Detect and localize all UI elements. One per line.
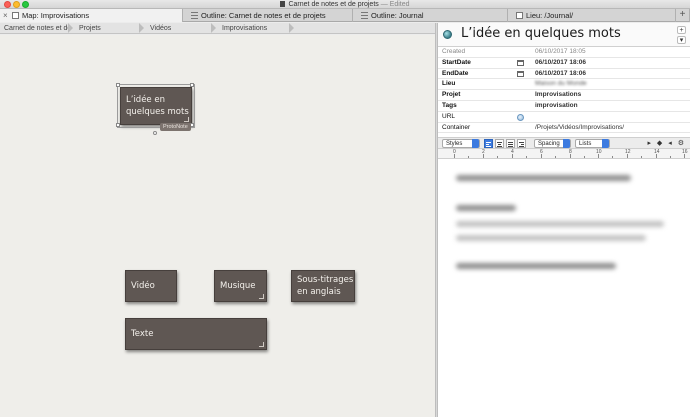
- add-pane-button[interactable]: +: [677, 26, 686, 34]
- map-note-idee[interactable]: L’idée en quelques mots: [117, 84, 195, 128]
- redacted-text-line: [456, 263, 616, 270]
- map-view[interactable]: L’idée en quelques mots ProtoNote Vidéo …: [0, 35, 435, 417]
- selection-handle[interactable]: [116, 123, 120, 127]
- document-icon: [280, 1, 286, 7]
- pane-buttons: + ▾: [677, 26, 686, 46]
- lists-popup[interactable]: Lists: [575, 139, 610, 149]
- tab-outline-carnet[interactable]: Outline: Carnet de notes et de projets: [183, 9, 353, 22]
- attribute-row[interactable]: Tags improvisation: [438, 101, 690, 112]
- map-note-musique[interactable]: Musique: [214, 270, 267, 302]
- note-text-editor[interactable]: [438, 159, 690, 400]
- attribute-row[interactable]: Created 06/10/2017 18:05: [438, 47, 690, 58]
- outline-view-icon: [191, 12, 198, 19]
- text-ruler[interactable]: 0 2 4 6 8 10 12 14 16: [438, 149, 690, 160]
- breadcrumb-item[interactable]: Vidéos: [144, 23, 216, 34]
- key-attributes-table: Created 06/10/2017 18:05 StartDate 06/10…: [438, 47, 690, 134]
- close-tab-icon[interactable]: ×: [3, 9, 8, 22]
- styles-popup[interactable]: Styles: [442, 139, 480, 149]
- redacted-text-line: [456, 235, 646, 242]
- chevron-down-icon: [472, 139, 479, 149]
- attribute-row[interactable]: Projet Improvisations: [438, 90, 690, 101]
- calendar-icon[interactable]: [517, 70, 524, 77]
- align-left-button[interactable]: [484, 139, 493, 149]
- resize-handle-icon[interactable]: [259, 294, 264, 299]
- attribute-row[interactable]: EndDate 06/10/2017 18:06: [438, 69, 690, 80]
- attribute-row[interactable]: Lieu Maison du Monde: [438, 79, 690, 91]
- align-right-button[interactable]: [517, 139, 526, 149]
- tab-map-improvisations[interactable]: × Map: Improvisations: [0, 9, 183, 22]
- breadcrumb-item[interactable]: Carnet de notes et de pr...: [0, 23, 73, 34]
- chevron-down-icon: [602, 139, 609, 149]
- pane-options-button[interactable]: ▾: [677, 36, 686, 44]
- selection-handle[interactable]: [116, 83, 120, 87]
- chevron-down-icon: [563, 139, 570, 149]
- align-justify-button[interactable]: [506, 139, 515, 149]
- link-handle[interactable]: [153, 131, 157, 135]
- redacted-text-line: [456, 175, 631, 182]
- selection-handle[interactable]: [190, 83, 194, 87]
- attribute-browser-icon: [516, 12, 523, 19]
- breadcrumb-item[interactable]: Improvisations: [216, 23, 294, 34]
- text-pane: L’idée en quelques mots + ▾ Created 06/1…: [438, 23, 690, 417]
- redacted-text-line: [456, 205, 516, 212]
- map-note-sous-titrages[interactable]: Sous-titrages en anglais: [291, 270, 355, 302]
- attribute-row[interactable]: StartDate 06/10/2017 18:06: [438, 58, 690, 69]
- link-navigation-icons[interactable]: ▸ ◆ ◂ ⚙: [647, 139, 686, 147]
- attribute-row[interactable]: Container /Projets/Vidéos/Improvisations…: [438, 123, 690, 134]
- spacing-popup[interactable]: Spacing: [534, 139, 571, 149]
- align-center-button[interactable]: [495, 139, 504, 149]
- note-header: L’idée en quelques mots + ▾: [438, 23, 690, 47]
- breadcrumb: Carnet de notes et de pr... Projets Vidé…: [0, 23, 435, 34]
- breadcrumb-item[interactable]: Projets: [73, 23, 144, 34]
- tab-lieu-journal[interactable]: Lieu: /Journal/: [508, 9, 676, 22]
- note-badge-icon[interactable]: [443, 30, 452, 39]
- calendar-icon[interactable]: [517, 59, 524, 66]
- map-note-video[interactable]: Vidéo: [125, 270, 177, 302]
- map-view-icon: [12, 12, 19, 19]
- attribute-row[interactable]: URL: [438, 112, 690, 123]
- tab-bar: × Map: Improvisations Outline: Carnet de…: [0, 9, 690, 22]
- map-note-texte[interactable]: Texte: [125, 318, 267, 350]
- note-title[interactable]: L’idée en quelques mots: [461, 26, 621, 41]
- prototype-badge: ProtoNote: [160, 123, 191, 131]
- add-tab-button[interactable]: +: [676, 9, 690, 22]
- format-toolbar: Styles Spacing Lists ▸ ◆ ◂ ⚙: [438, 137, 690, 150]
- outline-view-icon: [361, 12, 368, 19]
- title-bar: Carnet de notes et de projets — Edited: [0, 0, 690, 9]
- resize-handle-icon[interactable]: [184, 117, 189, 122]
- resize-handle-icon[interactable]: [259, 342, 264, 347]
- tab-outline-journal[interactable]: Outline: Journal: [353, 9, 508, 22]
- globe-icon[interactable]: [517, 113, 524, 121]
- window-title: Carnet de notes et de projets — Edited: [0, 0, 690, 9]
- redacted-text-line: [456, 221, 664, 228]
